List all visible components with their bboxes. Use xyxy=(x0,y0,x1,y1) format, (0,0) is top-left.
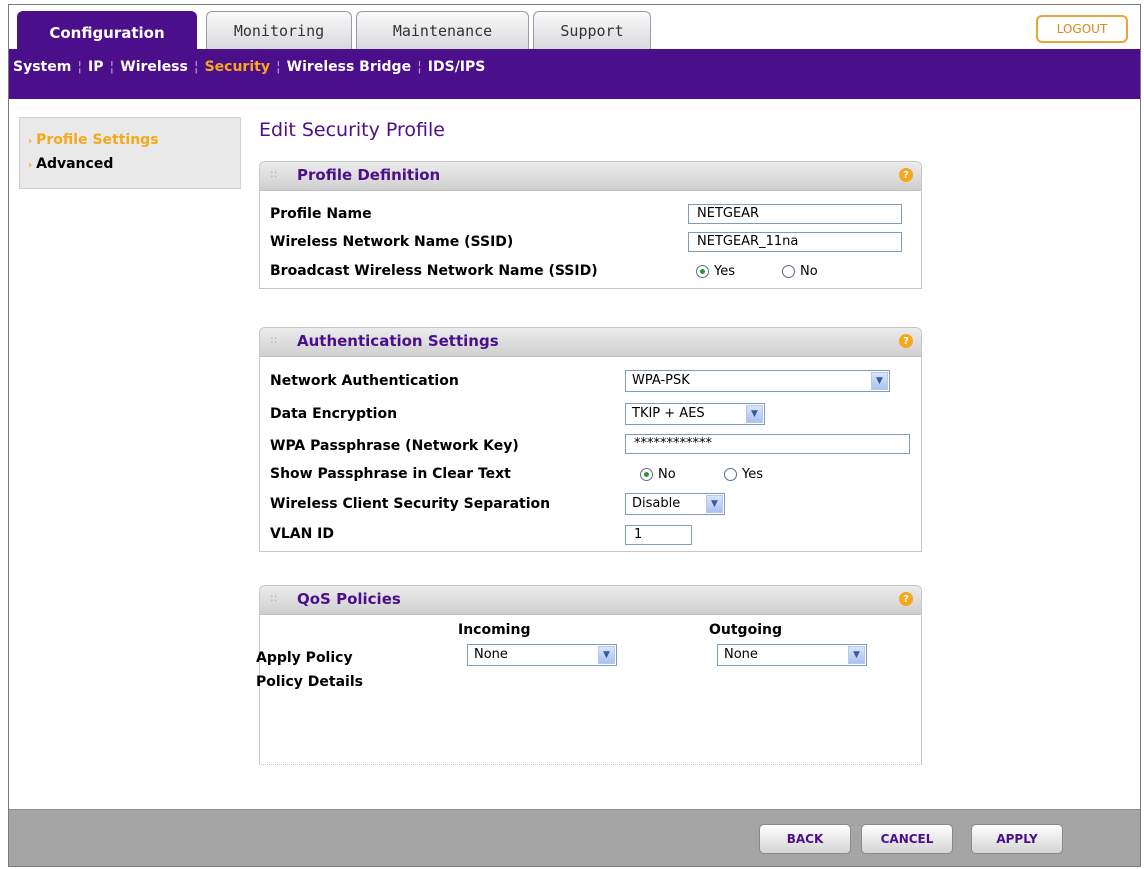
back-button[interactable]: BACK xyxy=(759,824,851,854)
tab-maintenance[interactable]: Maintenance xyxy=(356,11,529,49)
chevron-down-icon: ▼ xyxy=(746,405,763,423)
radio-button[interactable] xyxy=(782,265,795,278)
incoming-header: Incoming xyxy=(458,622,531,638)
ssid-label: Wireless Network Name (SSID) xyxy=(270,234,514,250)
network-auth-select[interactable]: WPA-PSK ▼ xyxy=(625,370,890,392)
select-value: None xyxy=(724,647,758,662)
subnav-wireless-bridge[interactable]: Wireless Bridge xyxy=(287,59,411,75)
qos-policies-panel: :: QoS Policies ? Incoming Outgoing Appl… xyxy=(256,585,922,765)
divider: ¦ xyxy=(193,59,199,75)
panel-title: Profile Definition xyxy=(297,166,441,184)
apply-policy-label: Apply Policy xyxy=(256,650,353,666)
sidebar-item-profile-settings[interactable]: › Profile Settings xyxy=(28,132,159,148)
logout-button[interactable]: LOGOUT xyxy=(1036,15,1128,43)
sub-navigation-bar: System ¦ IP ¦ Wireless ¦ Security ¦ Wire… xyxy=(9,49,1140,99)
show-passphrase-no-option[interactable]: No xyxy=(640,467,676,482)
sidebar-item-advanced[interactable]: › Advanced xyxy=(28,156,113,172)
profile-definition-panel: :: Profile Definition ? Profile Name NET… xyxy=(259,161,922,289)
grip-icon: :: xyxy=(270,333,278,346)
broadcast-ssid-label: Broadcast Wireless Network Name (SSID) xyxy=(270,263,598,279)
profile-name-input[interactable]: NETGEAR xyxy=(688,204,902,224)
subnav-ip[interactable]: IP xyxy=(88,59,103,75)
network-auth-label: Network Authentication xyxy=(270,373,459,389)
radio-label: No xyxy=(658,467,676,482)
tab-label: Maintenance xyxy=(392,21,493,40)
show-passphrase-label: Show Passphrase in Clear Text xyxy=(270,466,511,482)
incoming-policy-select[interactable]: None ▼ xyxy=(467,644,617,666)
divider: ¦ xyxy=(275,59,281,75)
show-passphrase-yes-option[interactable]: Yes xyxy=(724,467,763,482)
footer-bar: BACK CANCEL APPLY xyxy=(9,809,1140,866)
tab-label: Configuration xyxy=(49,23,165,42)
tab-support[interactable]: Support xyxy=(533,11,651,49)
chevron-down-icon: ▼ xyxy=(848,646,865,664)
radio-button[interactable] xyxy=(724,468,737,481)
sidebar-item-label: Advanced xyxy=(36,156,114,172)
select-value: Disable xyxy=(632,496,681,511)
subnav-ids-ips[interactable]: IDS/IPS xyxy=(428,59,486,75)
broadcast-no-option[interactable]: No xyxy=(782,264,818,279)
subnav-wireless[interactable]: Wireless xyxy=(120,59,188,75)
authentication-settings-panel: :: Authentication Settings ? Network Aut… xyxy=(259,327,922,552)
ssid-input[interactable]: NETGEAR_11na xyxy=(688,232,902,252)
sidebar: › Profile Settings › Advanced xyxy=(19,117,241,189)
chevron-right-icon: › xyxy=(28,160,33,171)
data-encryption-label: Data Encryption xyxy=(270,406,398,422)
radio-button-selected[interactable] xyxy=(640,468,653,481)
grip-icon: :: xyxy=(270,167,278,180)
vlan-id-label: VLAN ID xyxy=(270,526,335,542)
tab-configuration[interactable]: Configuration xyxy=(17,11,197,53)
passphrase-label: WPA Passphrase (Network Key) xyxy=(270,438,519,454)
chevron-down-icon: ▼ xyxy=(871,372,888,390)
panel-header: :: Authentication Settings ? xyxy=(260,328,921,357)
router-admin-window: Configuration Monitoring Maintenance Sup… xyxy=(8,4,1141,867)
tab-label: Monitoring xyxy=(233,21,325,40)
vlan-id-input[interactable]: 1 xyxy=(625,525,692,545)
select-value: WPA-PSK xyxy=(632,373,690,388)
panel-title: Authentication Settings xyxy=(297,332,499,350)
panel-header: :: QoS Policies ? xyxy=(260,586,921,615)
client-separation-select[interactable]: Disable ▼ xyxy=(625,493,725,515)
subnav-system[interactable]: System xyxy=(13,59,71,75)
profile-name-label: Profile Name xyxy=(270,206,372,222)
chevron-down-icon: ▼ xyxy=(706,495,723,513)
radio-label: Yes xyxy=(742,467,763,482)
select-value: TKIP + AES xyxy=(632,406,705,421)
page-title: Edit Security Profile xyxy=(259,119,445,141)
divider: ¦ xyxy=(109,59,115,75)
sub-navigation-links: System ¦ IP ¦ Wireless ¦ Security ¦ Wire… xyxy=(13,59,485,75)
policy-details-label: Policy Details xyxy=(256,674,363,690)
data-encryption-select[interactable]: TKIP + AES ▼ xyxy=(625,403,765,425)
help-icon[interactable]: ? xyxy=(899,334,913,348)
radio-button-selected[interactable] xyxy=(696,265,709,278)
divider: ¦ xyxy=(77,59,83,75)
cancel-button[interactable]: CANCEL xyxy=(861,824,953,854)
chevron-down-icon: ▼ xyxy=(598,646,615,664)
tab-label: Support xyxy=(560,21,624,40)
sidebar-item-label: Profile Settings xyxy=(36,132,159,148)
outgoing-header: Outgoing xyxy=(709,622,782,638)
outgoing-policy-select[interactable]: None ▼ xyxy=(717,644,867,666)
passphrase-input[interactable]: ************ xyxy=(625,434,910,454)
divider: ¦ xyxy=(417,59,422,75)
broadcast-yes-option[interactable]: Yes xyxy=(696,264,735,279)
radio-label: Yes xyxy=(714,264,735,279)
panel-header: :: Profile Definition ? xyxy=(260,162,921,191)
grip-icon: :: xyxy=(270,591,278,604)
tab-monitoring[interactable]: Monitoring xyxy=(206,11,352,49)
subnav-security[interactable]: Security xyxy=(205,59,270,75)
select-value: None xyxy=(474,647,508,662)
apply-button[interactable]: APPLY xyxy=(971,824,1063,854)
client-separation-label: Wireless Client Security Separation xyxy=(270,496,551,512)
chevron-right-icon: › xyxy=(28,136,33,147)
radio-label: No xyxy=(800,264,818,279)
help-icon[interactable]: ? xyxy=(899,592,913,606)
help-icon[interactable]: ? xyxy=(899,168,913,182)
panel-title: QoS Policies xyxy=(297,590,401,608)
